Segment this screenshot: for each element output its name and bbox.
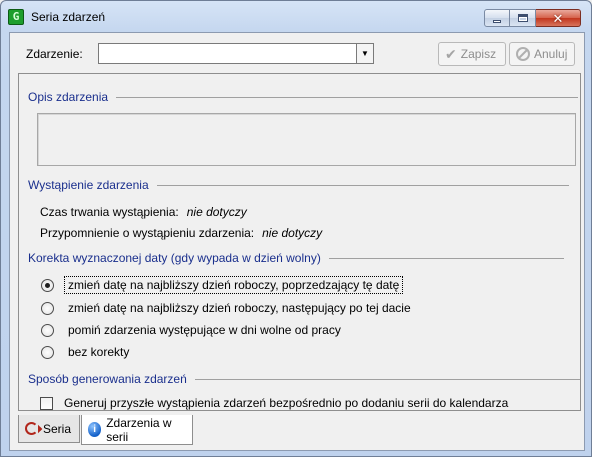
correction-option-label: zmień datę na najbliższy dzień roboczy, … (63, 276, 404, 294)
correction-option-label: zmień datę na najbliższy dzień roboczy, … (68, 301, 411, 315)
description-field[interactable] (37, 113, 576, 166)
radio-button[interactable] (41, 345, 54, 359)
correction-option-skip[interactable]: pomiń zdarzenia występujące w dni wolne … (41, 322, 344, 338)
section-divider (194, 378, 580, 380)
correction-option-none[interactable]: bez korekty (41, 344, 132, 360)
checkmark-icon: ✔ (445, 45, 457, 62)
event-label: Zdarzenie: (26, 47, 83, 61)
duration-value: nie dotyczy (186, 205, 247, 219)
correction-option-label: pomiń zdarzenia występujące w dni wolne … (68, 323, 341, 337)
tab-zdarzenia-w-serii[interactable]: i Zdarzenia w serii (81, 415, 193, 445)
section-divider (156, 184, 569, 186)
title-bar[interactable]: G Seria zdarzeń ✕ (1, 1, 591, 31)
cancel-icon (516, 47, 530, 61)
maximize-icon (517, 14, 528, 22)
calendar-app-icon: G (8, 9, 24, 25)
correction-option-label: bez korekty (68, 345, 130, 359)
window-title: Seria zdarzeń (31, 10, 106, 24)
tab-label: Seria (43, 421, 72, 436)
save-button-label: Zapisz (460, 47, 497, 61)
correction-option-previous[interactable]: zmień datę na najbliższy dzień roboczy, … (41, 276, 404, 294)
minimize-button[interactable] (484, 9, 510, 27)
tab-seria[interactable]: Seria (18, 415, 80, 443)
combobox-dropdown-button[interactable]: ▼ (356, 44, 373, 63)
dialog-client-area: Zdarzenie: ▼ ✔ Zapisz Anuluj Opis zdarze… (9, 32, 585, 451)
generation-section-header: Sposób generowania zdarzeń (28, 372, 580, 386)
radio-button[interactable] (41, 278, 54, 292)
section-divider (116, 96, 579, 98)
generate-checkbox-label: Generuj przyszłe wystąpienia zdarzeń bez… (64, 396, 509, 410)
duration-row: Czas trwania wystąpienia: nie dotyczy (40, 205, 247, 219)
occurrence-section-title: Wystąpienie zdarzenia (28, 178, 149, 192)
save-button[interactable]: ✔ Zapisz (438, 42, 506, 66)
duration-label: Czas trwania wystąpienia: (40, 205, 179, 219)
generate-checkbox[interactable] (40, 396, 53, 410)
description-section-title: Opis zdarzenia (28, 90, 109, 104)
reminder-value: nie dotyczy (262, 226, 323, 240)
close-button[interactable]: ✕ (536, 9, 581, 27)
info-icon: i (88, 422, 102, 437)
cancel-button[interactable]: Anuluj (509, 42, 575, 66)
section-divider (328, 257, 564, 259)
dialog-window: G Seria zdarzeń ✕ Zdarzenie: ▼ ✔ Zapisz … (0, 0, 592, 457)
correction-option-next[interactable]: zmień datę na najbliższy dzień roboczy, … (41, 300, 414, 316)
cancel-button-label: Anuluj (534, 47, 568, 61)
reminder-row: Przypomnienie o wystąpieniu zdarzenia: ni… (40, 226, 322, 240)
correction-section-title: Korekta wyznaczonej daty (gdy wypada w d… (28, 251, 321, 265)
description-section-header: Opis zdarzenia (28, 90, 579, 104)
correction-section-header: Korekta wyznaczonej daty (gdy wypada w d… (28, 251, 564, 265)
generate-future-occurrences[interactable]: Generuj przyszłe wystąpienia zdarzeń bez… (40, 395, 511, 411)
minimize-icon (493, 19, 501, 23)
series-icon (25, 422, 38, 435)
maximize-button[interactable] (510, 9, 536, 27)
radio-button[interactable] (41, 323, 54, 337)
generation-section-title: Sposób generowania zdarzeń (28, 372, 187, 386)
chevron-down-icon: ▼ (361, 49, 369, 58)
occurrence-section-header: Wystąpienie zdarzenia (28, 178, 569, 192)
series-tab-panel: Opis zdarzenia Wystąpienie zdarzenia Cza… (18, 73, 581, 411)
event-combobox[interactable]: ▼ (98, 43, 374, 64)
reminder-label: Przypomnienie o wystąpieniu zdarzenia: (40, 226, 255, 240)
close-icon: ✕ (552, 10, 564, 26)
tab-label: Zdarzenia w serii (106, 415, 172, 444)
radio-button[interactable] (41, 301, 54, 315)
